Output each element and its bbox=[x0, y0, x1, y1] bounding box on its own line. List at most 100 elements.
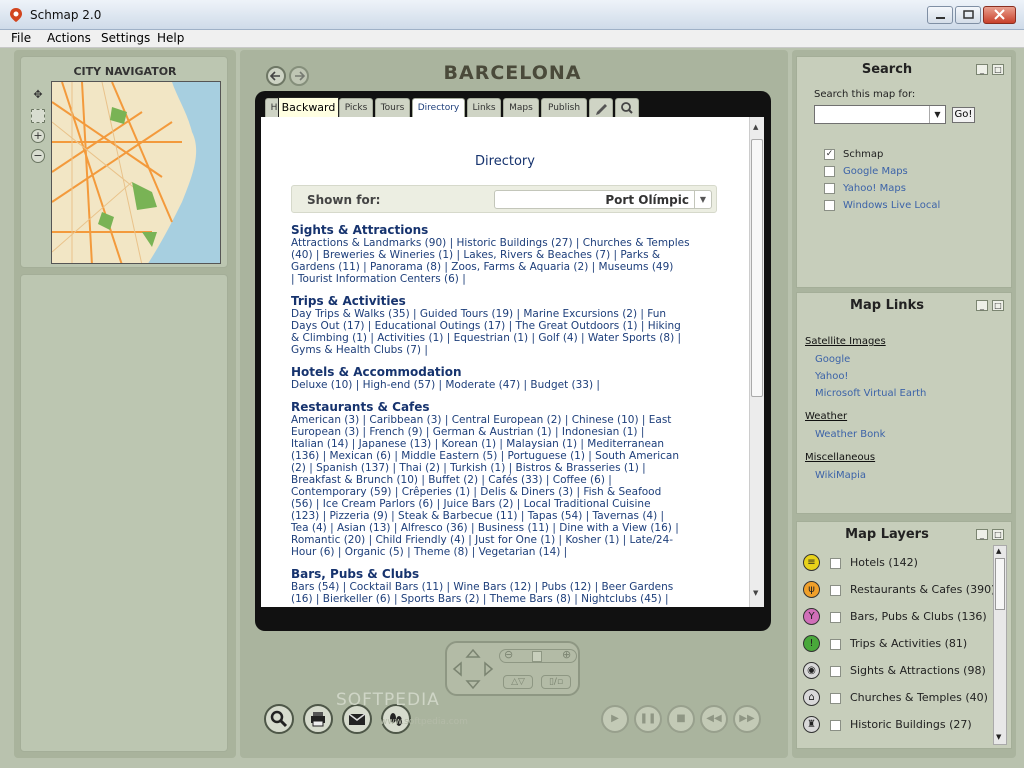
view-mode-icon[interactable]: ▯/▫ bbox=[541, 675, 571, 689]
section-line[interactable]: Gyms & Health Clubs (7) | bbox=[291, 344, 428, 356]
tab-tours[interactable]: Tours bbox=[375, 98, 410, 117]
content-scrollbar[interactable]: ▲ ▼ bbox=[749, 117, 764, 607]
panel-maximize-icon[interactable]: □ bbox=[992, 529, 1004, 540]
zoom-out-icon[interactable]: − bbox=[31, 149, 45, 163]
section-line[interactable]: Attractions & Landmarks (90) | Historic … bbox=[291, 237, 690, 249]
minimize-button[interactable] bbox=[927, 6, 953, 24]
section-line[interactable]: (16) | Bierkeller (6) | Sports Bars (2) … bbox=[291, 593, 669, 605]
scroll-up-icon[interactable]: ▲ bbox=[996, 547, 1001, 555]
navigator-map[interactable] bbox=[51, 81, 221, 264]
panel-minimize-icon[interactable]: _ bbox=[976, 64, 988, 75]
section-line[interactable]: Gardens (11) | Panorama (8) | Zoos, Farm… bbox=[291, 261, 673, 273]
layer-checkbox[interactable] bbox=[830, 639, 841, 650]
layer-checkbox[interactable] bbox=[830, 558, 841, 569]
layer-checkbox[interactable] bbox=[830, 666, 841, 677]
close-button[interactable] bbox=[983, 6, 1016, 24]
section-line[interactable]: (56) | Ice Cream Parlors (6) | Juice Bar… bbox=[291, 498, 651, 510]
section-line[interactable]: Breakfast & Brunch (10) | Buffet (2) | C… bbox=[291, 474, 612, 486]
layers-scrollbar[interactable]: ▲ ▼ bbox=[993, 545, 1007, 745]
layer-row-restaurants[interactable]: ψ Restaurants & Cafes (390) bbox=[803, 581, 995, 603]
fast-forward-button[interactable]: ▶▶ bbox=[733, 705, 761, 733]
tab-links[interactable]: Links bbox=[467, 98, 501, 117]
source-google-maps[interactable]: Google Maps bbox=[843, 166, 908, 177]
tab-maps[interactable]: Maps bbox=[503, 98, 539, 117]
panel-maximize-icon[interactable]: □ bbox=[992, 64, 1004, 75]
go-button[interactable]: Go! bbox=[952, 107, 975, 123]
layer-checkbox[interactable] bbox=[830, 612, 841, 623]
print-button[interactable] bbox=[303, 704, 333, 734]
menu-file[interactable]: File bbox=[11, 31, 31, 45]
source-schmap[interactable]: Schmap bbox=[843, 149, 883, 160]
layer-checkbox[interactable] bbox=[830, 693, 841, 704]
section-line[interactable]: | Tourist Information Centers (6) | bbox=[291, 273, 466, 285]
scroll-thumb[interactable] bbox=[751, 139, 763, 397]
play-button[interactable]: ▶ bbox=[601, 705, 629, 733]
scroll-up-icon[interactable]: ▲ bbox=[753, 123, 758, 131]
layer-row-historic[interactable]: ♜ Historic Buildings (27) bbox=[803, 716, 988, 738]
menu-help[interactable]: Help bbox=[157, 31, 184, 45]
layer-row-bars[interactable]: Y Bars, Pubs & Clubs (136) bbox=[803, 608, 988, 630]
section-line[interactable]: & Climbing (1) | Activities (1) | Equest… bbox=[291, 332, 681, 344]
link-virtual-earth[interactable]: Microsoft Virtual Earth bbox=[815, 388, 926, 399]
zoom-out-icon[interactable]: ⊖ bbox=[504, 648, 513, 661]
section-heading-bars[interactable]: Bars, Pubs & Clubs bbox=[291, 567, 419, 581]
section-line[interactable]: Italian (14) | Japanese (13) | Korean (1… bbox=[291, 438, 664, 450]
layer-row-sights[interactable]: ◉ Sights & Attractions (98) bbox=[803, 662, 988, 684]
select-area-icon[interactable] bbox=[31, 109, 45, 123]
tab-directory[interactable]: Directory bbox=[412, 98, 465, 117]
section-line[interactable]: (123) | Pizzeria (9) | Steak & Barbecue … bbox=[291, 510, 664, 522]
menu-settings[interactable]: Settings bbox=[101, 31, 150, 45]
section-line[interactable]: Tea (4) | Asian (13) | Alfresco (36) | B… bbox=[291, 522, 679, 534]
schmap-checkbox[interactable]: ✓ bbox=[824, 149, 835, 160]
pause-button[interactable]: ❚❚ bbox=[634, 705, 662, 733]
section-heading-sights[interactable]: Sights & Attractions bbox=[291, 223, 428, 237]
tilt-icon[interactable]: △▽ bbox=[503, 675, 533, 689]
layer-checkbox[interactable] bbox=[830, 720, 841, 731]
section-line[interactable]: Contemporary (59) | Crêperies (1) | Deli… bbox=[291, 486, 661, 498]
layer-row-hotels[interactable]: ≡ Hotels (142) bbox=[803, 554, 988, 576]
section-line[interactable]: Day Trips & Walks (35) | Guided Tours (1… bbox=[291, 308, 666, 320]
zoom-in-icon[interactable]: + bbox=[31, 129, 45, 143]
pan-icon[interactable]: ✥ bbox=[31, 89, 45, 103]
section-line[interactable]: European (3) | French (9) | German & Aus… bbox=[291, 426, 644, 438]
shown-for-select[interactable]: Port Olímpic ▼ bbox=[494, 190, 712, 209]
tab-picks[interactable]: Picks bbox=[339, 98, 373, 117]
section-line[interactable]: Bars (54) | Cocktail Bars (11) | Wine Ba… bbox=[291, 581, 673, 593]
link-weather-bonk[interactable]: Weather Bonk bbox=[815, 429, 885, 440]
zoom-slider[interactable]: ⊖ ⊕ bbox=[499, 648, 577, 663]
forward-button[interactable] bbox=[289, 66, 309, 86]
search-input[interactable]: ▼ bbox=[814, 105, 946, 124]
rewind-button[interactable]: ◀◀ bbox=[700, 705, 728, 733]
zoom-in-icon[interactable]: ⊕ bbox=[562, 648, 571, 661]
section-line[interactable]: American (3) | Caribbean (3) | Central E… bbox=[291, 414, 671, 426]
section-line[interactable]: Hour (6) | Organic (5) | Theme (8) | Veg… bbox=[291, 546, 567, 558]
menu-actions[interactable]: Actions bbox=[47, 31, 91, 45]
maximize-button[interactable] bbox=[955, 6, 981, 24]
panel-maximize-icon[interactable]: □ bbox=[992, 300, 1004, 311]
link-wikimapia[interactable]: WikiMapia bbox=[815, 470, 866, 481]
scroll-down-icon[interactable]: ▼ bbox=[996, 733, 1001, 741]
source-windows-live[interactable]: Windows Live Local bbox=[843, 200, 940, 211]
yahoo-maps-checkbox[interactable] bbox=[824, 183, 835, 194]
layer-row-churches[interactable]: ⌂ Churches & Temples (40) bbox=[803, 689, 988, 711]
section-line[interactable]: (2) | Spanish (137) | Thai (2) | Turkish… bbox=[291, 462, 646, 474]
section-line[interactable]: Romantic (20) | Child Friendly (4) | Jus… bbox=[291, 534, 673, 546]
back-button[interactable] bbox=[266, 66, 286, 86]
pan-arrows-icon[interactable] bbox=[451, 647, 495, 691]
tab-edit[interactable] bbox=[589, 98, 613, 117]
chevron-down-icon[interactable]: ▼ bbox=[694, 191, 711, 208]
zoom-thumb[interactable] bbox=[532, 651, 542, 662]
layer-row-trips[interactable]: ! Trips & Activities (81) bbox=[803, 635, 988, 657]
link-google[interactable]: Google bbox=[815, 354, 850, 365]
section-line[interactable]: Deluxe (10) | High-end (57) | Moderate (… bbox=[291, 379, 600, 391]
section-line[interactable]: (40) | Breweries & Wineries (1) | Lakes,… bbox=[291, 249, 660, 261]
section-heading-hotels[interactable]: Hotels & Accommodation bbox=[291, 365, 462, 379]
tab-search[interactable] bbox=[615, 98, 639, 117]
google-maps-checkbox[interactable] bbox=[824, 166, 835, 177]
windows-live-checkbox[interactable] bbox=[824, 200, 835, 211]
tab-publish[interactable]: Publish bbox=[541, 98, 587, 117]
panel-minimize-icon[interactable]: _ bbox=[976, 300, 988, 311]
section-line[interactable]: (136) | Mexican (6) | Middle Eastern (5)… bbox=[291, 450, 679, 462]
layer-checkbox[interactable] bbox=[830, 585, 841, 596]
panel-minimize-icon[interactable]: _ bbox=[976, 529, 988, 540]
